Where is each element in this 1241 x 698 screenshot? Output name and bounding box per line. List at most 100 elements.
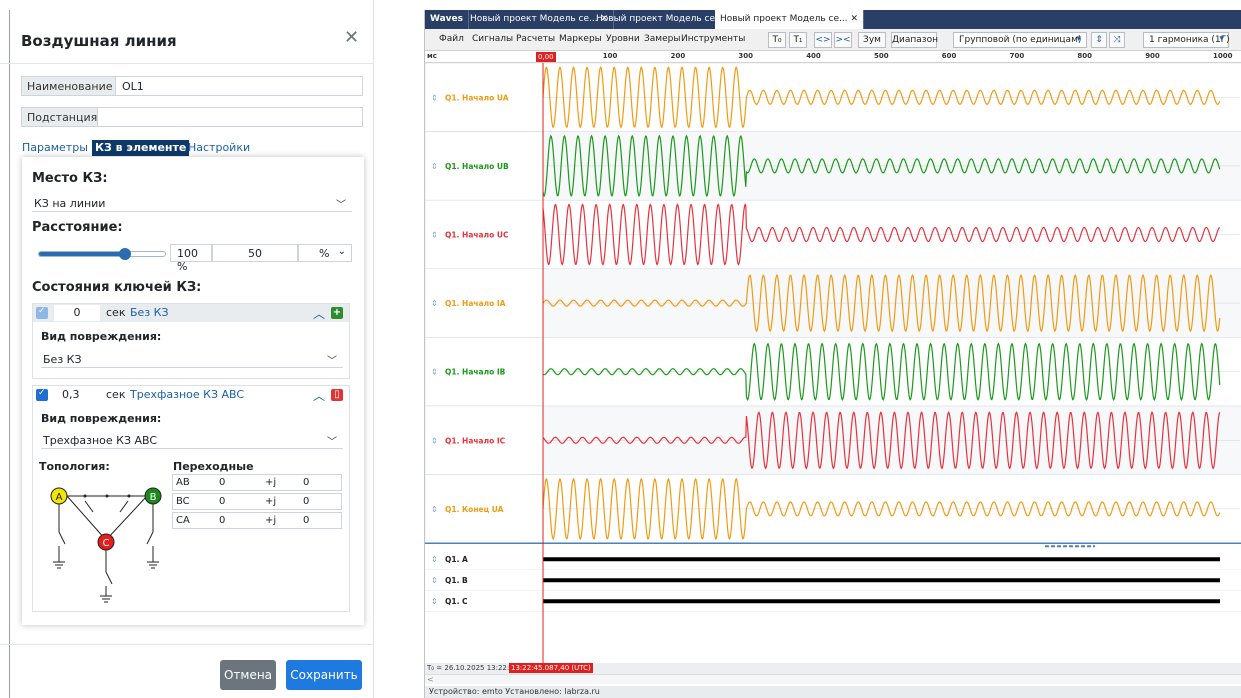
damage-value-1: Без КЗ <box>43 353 82 366</box>
collapse-horizontal-icon[interactable]: >< <box>834 32 852 48</box>
chevron-down-icon: ﹀ <box>336 200 346 211</box>
menu-calculations[interactable]: Расчеты <box>516 34 555 44</box>
t0-button[interactable]: T₀ <box>768 32 786 48</box>
tab-parameters[interactable]: Параметры <box>22 140 88 156</box>
topology-junction <box>83 494 87 498</box>
overhead-line-dialog: Воздушная линия ✕ Наименование Подстанци… <box>0 0 374 698</box>
resistance-re-input[interactable]: 0 <box>219 496 225 507</box>
scroll-left-icon[interactable]: < <box>427 675 434 684</box>
menu-measurements[interactable]: Замеры <box>644 34 680 44</box>
vertical-expand-icon[interactable]: ⇕ <box>1091 32 1107 48</box>
t0-marker[interactable]: 0,00 <box>536 52 556 62</box>
state-checkbox-2[interactable] <box>36 388 48 401</box>
range-button[interactable]: Диапазон <box>891 32 938 48</box>
name-input[interactable] <box>118 77 360 95</box>
distance-unit-select[interactable]: % ⌄ <box>298 244 352 262</box>
state-time-input-1[interactable]: 0 <box>54 305 100 321</box>
delete-state-icon[interactable]: ▯ <box>331 389 343 401</box>
group-mode-select[interactable]: Групповой (по единицам) ▾ <box>953 32 1087 48</box>
sort-icon: ⇕ <box>431 555 438 564</box>
sort-icon: ⇕ <box>431 368 438 377</box>
ruler-unit: мс <box>427 52 437 60</box>
harmonic-value: 1 гармоника (1Г) <box>1149 35 1230 45</box>
resistance-j: +j <box>265 515 277 526</box>
menu-levels[interactable]: Уровни <box>606 34 640 44</box>
damage-select-1[interactable]: Без КЗ ﹀ <box>41 350 343 368</box>
topology-switch-a <box>58 531 66 545</box>
cancel-button[interactable]: Отмена <box>220 660 276 690</box>
state-checkbox-1[interactable] <box>36 306 48 319</box>
resistance-re-input[interactable]: 0 <box>219 477 225 488</box>
add-state-icon[interactable]: + <box>331 307 343 319</box>
resistance-im-input[interactable]: 0 <box>303 496 309 507</box>
resistance-im-input[interactable]: 0 <box>303 477 309 488</box>
state-time-unit-1: сек <box>106 306 126 319</box>
menu-file[interactable]: Файл <box>439 34 464 44</box>
tab-project-3[interactable]: Новый проект Модель се... ✕ <box>715 10 865 29</box>
vertical-collapse-icon[interactable]: ⤨ <box>1109 32 1125 48</box>
close-icon[interactable]: ✕ <box>344 29 359 47</box>
status-bar: T₀ = 26.10.2025 13:22:4 13:22:45.087,40 … <box>425 663 1241 674</box>
resistance-im-input[interactable]: 0 <box>303 515 309 526</box>
resistance-row-bc: BC 0 +j 0 <box>172 493 342 510</box>
menu-markers[interactable]: Маркеры <box>559 34 602 44</box>
damage-value-2: Трехфазное КЗ ABC <box>43 434 158 447</box>
menu-tools[interactable]: Инструменты <box>681 34 745 44</box>
state-time-input-2[interactable]: 0,3 <box>54 387 100 403</box>
sort-icon: ⇕ <box>431 505 438 514</box>
state-time-unit-2: сек <box>106 388 126 401</box>
ruler-tick-label: 300 <box>738 52 754 60</box>
resistance-re-input[interactable]: 0 <box>219 515 225 526</box>
close-icon[interactable]: ✕ <box>850 14 858 24</box>
topology-switch-c <box>105 571 113 585</box>
signal-label: Q1. Конец UA <box>445 505 504 514</box>
resistance-pair: BC <box>176 496 190 507</box>
waveform-plot[interactable]: ⇕ Q1. Начало UA ⇕ Q1. Начало UB ⇕ Q1. Начало … <box>425 63 1241 673</box>
resistance-j: +j <box>265 496 277 507</box>
dialog-header: Воздушная линия ✕ <box>0 0 374 64</box>
distance-percent: 100 % <box>170 244 212 273</box>
distance-slider[interactable] <box>38 248 166 260</box>
expand-icon[interactable]: <> <box>814 32 832 48</box>
state-name-link-2[interactable]: Трехфазное КЗ ABC <box>130 388 244 401</box>
resistance-pair: AB <box>176 477 190 488</box>
state-name-link-1[interactable]: Без КЗ <box>130 306 169 319</box>
distance-value-input[interactable]: 50 <box>212 244 298 262</box>
damage-select-2[interactable]: Трехфазное КЗ ABC ﹀ <box>41 431 343 449</box>
tab-project-2-label: Новый проект Модель се... <box>596 14 724 24</box>
chevron-down-icon: ﹀ <box>327 437 337 448</box>
zoom-button[interactable]: Зум <box>858 32 886 48</box>
status-time: 13:22:45.087,40 (UTC) <box>509 663 593 673</box>
tab-fault-in-element[interactable]: КЗ в элементе <box>92 140 190 156</box>
tab-settings[interactable]: Настройки <box>188 140 250 156</box>
distance-slider-handle[interactable] <box>119 248 131 260</box>
tab-waves[interactable]: Waves <box>425 10 470 29</box>
harmonic-select[interactable]: 1 гармоника (1Г) ▾ <box>1143 32 1230 48</box>
status-t0: T₀ = 26.10.2025 13:22:4 <box>427 664 514 672</box>
signal-label: Q1. Начало UC <box>445 231 509 240</box>
ruler-tick-label: 200 <box>670 52 686 60</box>
dropdown-icon: ▾ <box>1219 34 1224 44</box>
distance-title: Расстояние: <box>32 220 123 235</box>
topology-node-a-label: A <box>56 492 63 503</box>
discrete-label: Q1. C <box>445 597 468 606</box>
fault-card: Место КЗ: КЗ на линии ﹀ Расстояние: 100 … <box>22 157 364 625</box>
ruler-tick-label: 500 <box>874 52 889 60</box>
time-ruler: мс 0,00 100 200 300 400 500 600 700 800 900 1000 <box>425 51 1241 63</box>
name-label: Наименование <box>22 77 116 95</box>
sort-icon: ⇕ <box>431 93 438 102</box>
collapse-icon[interactable]: ︿ <box>313 387 325 404</box>
t1-button[interactable]: T₁ <box>789 32 807 48</box>
dialog-title: Воздушная линия <box>21 32 177 50</box>
resistance-row-ab: AB 0 +j 0 <box>172 474 342 491</box>
collapse-icon[interactable]: ︿ <box>313 305 325 322</box>
state-header-1: 0 сек Без КЗ ︿ + <box>33 304 349 322</box>
horizontal-scrollbar[interactable]: < <box>425 674 1241 684</box>
state-header-2: 0,3 сек Трехфазное КЗ ABC ︿ ▯ <box>33 386 349 404</box>
topology-junction <box>127 494 131 498</box>
substation-input[interactable] <box>100 108 360 126</box>
fault-place-select[interactable]: КЗ на линии ﹀ <box>32 194 352 212</box>
chevron-down-icon: ﹀ <box>327 356 337 367</box>
save-button[interactable]: Сохранить <box>286 660 362 690</box>
menu-signals[interactable]: Сигналы <box>472 34 513 44</box>
